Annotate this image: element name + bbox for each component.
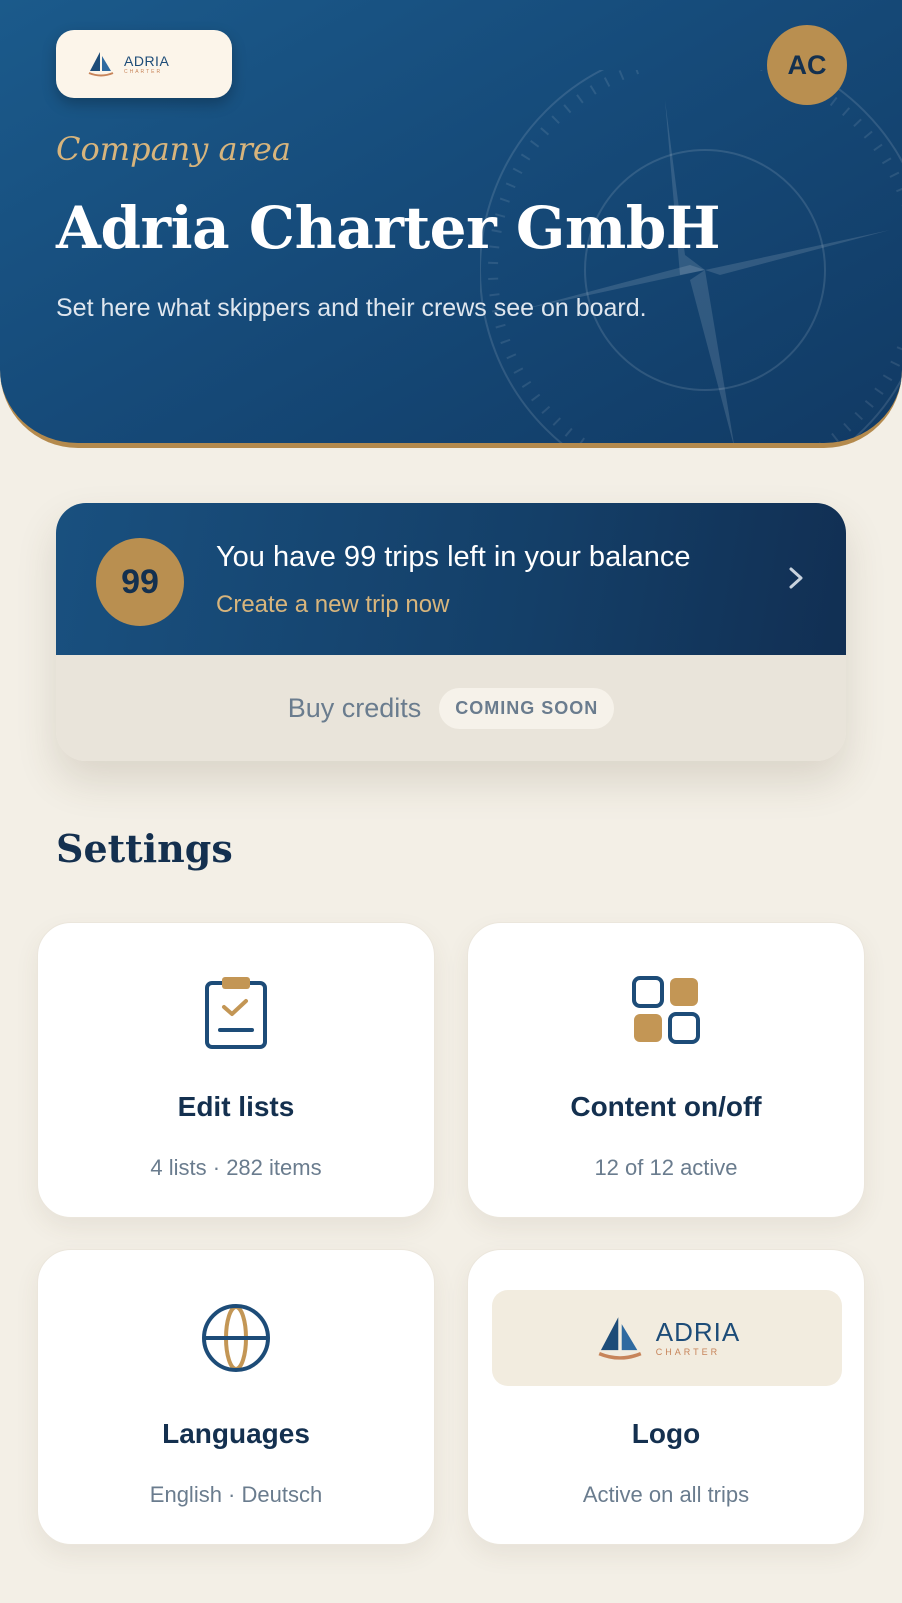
grid-toggle-icon xyxy=(632,976,700,1044)
credits-balance-text: You have 99 trips left in your balance xyxy=(216,541,691,573)
tile-title: Languages xyxy=(162,1418,310,1449)
globe-icon xyxy=(202,1304,270,1372)
chevron-right-icon xyxy=(789,567,803,589)
languages-tile[interactable]: Languages English · Deutsch xyxy=(37,1249,435,1545)
logo-name: ADRIA xyxy=(124,52,170,69)
tile-title: Logo xyxy=(631,1418,701,1449)
credits-count-badge: 99 xyxy=(96,538,184,626)
hero-subtitle: Set here what skippers and their crews s… xyxy=(56,294,647,322)
logo-tile[interactable]: ADRIA CHARTER Logo Active on all trips xyxy=(467,1249,865,1545)
tile-subtitle: 12 of 12 active xyxy=(594,1155,738,1180)
edit-lists-tile[interactable]: Edit lists 4 lists · 282 items xyxy=(37,922,435,1218)
sailboat-icon xyxy=(88,52,114,77)
coming-soon-badge: COMING SOON xyxy=(439,687,615,729)
tile-subtitle: English · Deutsch xyxy=(149,1482,323,1507)
eyebrow-label: Company area xyxy=(56,130,291,168)
buy-credits-row: Buy credits COMING SOON xyxy=(56,655,846,761)
tile-subtitle: 4 lists · 282 items xyxy=(150,1155,322,1180)
content-toggle-tile[interactable]: Content on/off 12 of 12 active xyxy=(467,922,865,1218)
credits-card: 99 You have 99 trips left in your balanc… xyxy=(56,503,846,761)
logo-name: ADRIA xyxy=(655,1317,741,1347)
create-trip-banner[interactable]: 99 You have 99 trips left in your balanc… xyxy=(56,503,846,655)
buy-credits-button[interactable]: Buy credits xyxy=(288,693,422,724)
hero-header: ADRIA CHARTER AC Company area Adria Char… xyxy=(0,0,902,448)
settings-title: Settings xyxy=(56,826,233,871)
company-logo-badge[interactable]: ADRIA CHARTER xyxy=(56,30,232,98)
logo-sub: CHARTER xyxy=(655,1347,721,1357)
tile-subtitle: Active on all trips xyxy=(582,1482,750,1507)
company-name: Adria Charter GmbH xyxy=(56,194,721,262)
company-area-page: ADRIA CHARTER AC Company area Adria Char… xyxy=(0,0,902,1603)
logo-sub: CHARTER xyxy=(124,68,163,75)
clipboard-check-icon xyxy=(205,977,267,1049)
user-avatar[interactable]: AC xyxy=(767,25,847,105)
create-trip-link[interactable]: Create a new trip now xyxy=(216,591,449,619)
tile-title: Edit lists xyxy=(177,1091,295,1122)
sailboat-icon xyxy=(598,1317,642,1360)
tile-title: Content on/off xyxy=(570,1091,762,1122)
logo-preview: ADRIA CHARTER xyxy=(492,1290,842,1386)
